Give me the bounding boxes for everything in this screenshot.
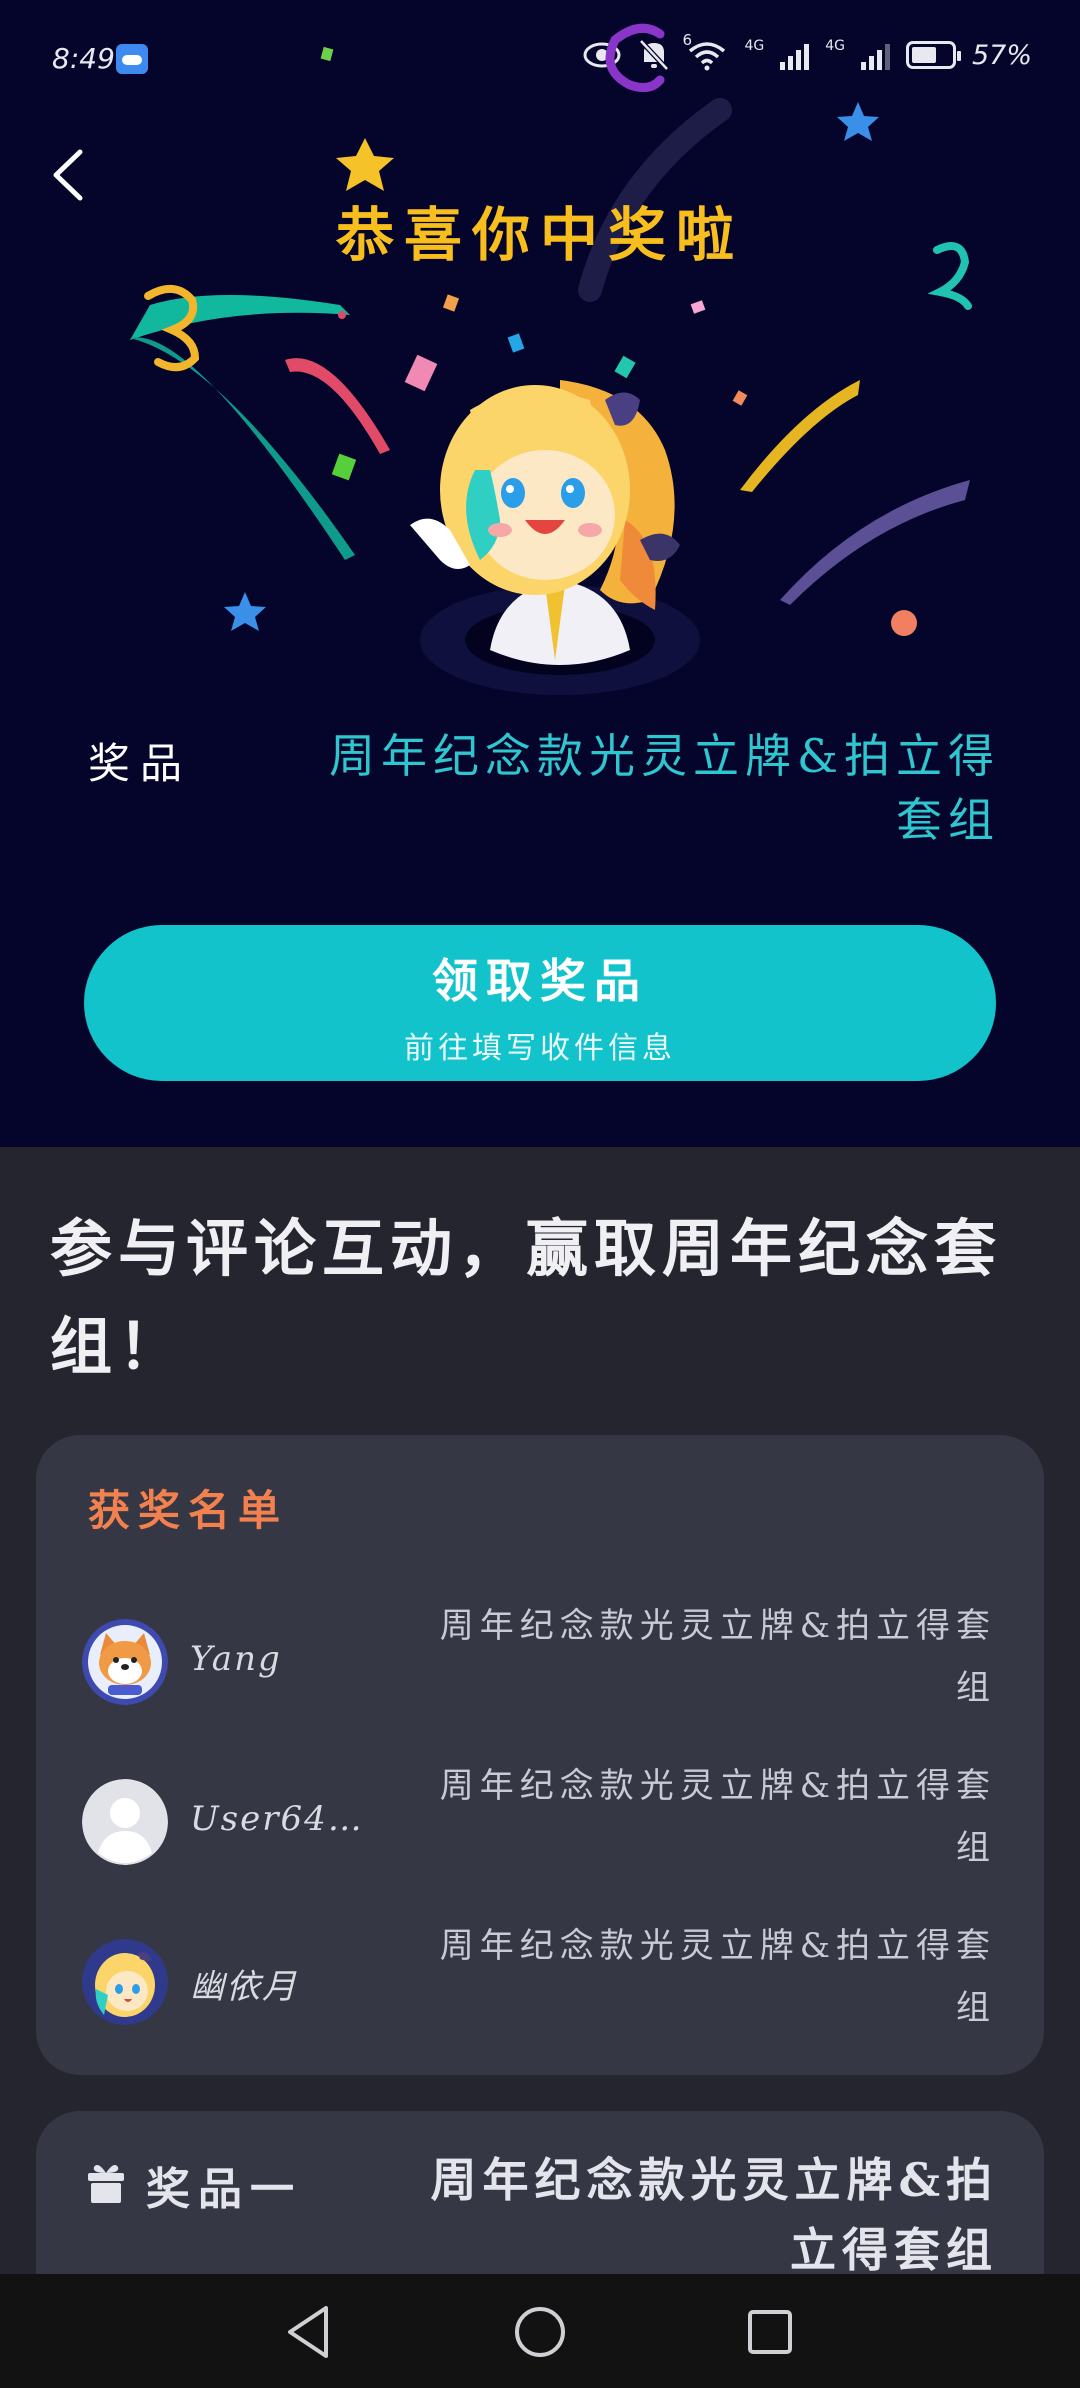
system-nav-bar [0,2274,1080,2388]
claim-button-subtitle: 前往填写收件信息 [404,1031,676,1066]
claim-prize-button[interactable]: 领取奖品 前往填写收件信息 [84,925,996,1081]
nav-back-icon[interactable] [278,2300,342,2364]
winner-row: 幽依月 周年纪念款光灵立牌&拍立得套组 [36,1915,1044,2045]
shiba-avatar-icon [82,1619,168,1705]
prize-label: 奖品 [88,739,193,788]
winner-row: User64… 周年纪念款光灵立牌&拍立得套组 [36,1755,1044,1885]
winner-row: Yang 周年纪念款光灵立牌&拍立得套组 [36,1595,1044,1725]
winner-name: Yang [190,1639,282,1679]
prize-one-value: 周年纪念款光灵立牌&拍立得套组 [430,2153,998,2277]
winner-prize: 周年纪念款光灵立牌&拍立得套组 [439,1606,996,1708]
winner-prize: 周年纪念款光灵立牌&拍立得套组 [439,1926,996,2028]
winner-avatar [82,1619,168,1705]
winners-card: 获奖名单 Yang 周年纪念款光灵立牌&拍立得套组 User64… 周年纪念款光… [36,1435,1044,2075]
winners-title: 获奖名单 [88,1486,289,1535]
campaign-heading: 参与评论互动，赢取周年纪念套组！ [50,1212,1003,1383]
winner-name: 幽依月 [190,1967,298,2007]
claim-button-title: 领取奖品 [432,954,648,1008]
prize-name: 周年纪念款光灵立牌&拍立得套组 [329,729,1000,847]
winner-avatar [82,1779,168,1865]
congrats-title: 恭喜你中奖啦 [335,201,744,269]
winner-name: User64… [190,1799,364,1839]
prize-one-label: 奖品一 [146,2164,302,2215]
nav-recents-icon[interactable] [738,2300,802,2364]
default-user-avatar-icon [82,1779,168,1865]
winner-avatar [82,1939,168,2025]
anime-avatar-icon [82,1939,168,2025]
confetti-illustration [130,23,972,695]
winner-prize: 周年纪念款光灵立牌&拍立得套组 [439,1766,996,1868]
gift-icon [88,2165,124,2203]
nav-home-icon[interactable] [508,2300,572,2364]
hero-section: 8:49 6 4G 4G 57% 恭喜你中奖啦 奖品 周年纪念款光灵立牌&拍立得… [0,0,1080,1147]
